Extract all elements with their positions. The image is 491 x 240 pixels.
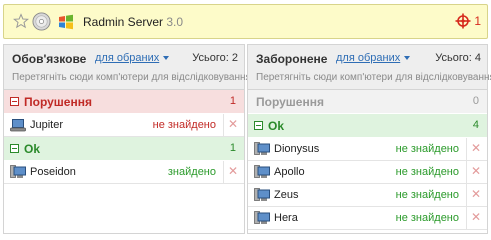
row-divider (466, 207, 467, 229)
monitor-icon (254, 188, 270, 201)
computer-row[interactable]: Jupiter не знайдено ✕ (4, 114, 244, 137)
computer-status: не знайдено (395, 166, 459, 178)
forbidden-header: Заборонене для обраних Усього: 4 Перетяг… (248, 45, 491, 90)
remove-icon[interactable]: ✕ (471, 165, 481, 177)
row-divider (466, 161, 467, 183)
computer-name: Apollo (274, 166, 305, 178)
remove-icon[interactable]: ✕ (228, 118, 238, 130)
sort-label: для обраних (95, 52, 160, 64)
total-count: Усього: 4 (435, 52, 481, 64)
monitor-icon (254, 165, 270, 178)
group-count: 4 (472, 119, 479, 131)
alert-indicator[interactable]: 1 (455, 13, 481, 29)
group-violations[interactable]: Порушення 0 (248, 90, 487, 114)
row-divider (466, 138, 467, 160)
column-title: Обов'язкове (12, 52, 87, 66)
group-count: 1 (229, 95, 236, 107)
remove-icon[interactable]: ✕ (471, 188, 481, 200)
group-name: Порушення (256, 95, 324, 109)
drop-hint: Перетягніть сюди комп'ютери для відслідк… (256, 72, 491, 83)
computer-name: Dionysus (274, 143, 320, 155)
alert-count: 1 (474, 14, 481, 28)
column-title: Заборонене (256, 52, 328, 66)
sort-label: для обраних (336, 52, 401, 64)
group-count: 1 (229, 142, 236, 154)
computer-status: не знайдено (152, 119, 216, 131)
remove-icon[interactable]: ✕ (228, 165, 238, 177)
monitor-icon (254, 211, 270, 224)
remove-icon[interactable]: ✕ (471, 211, 481, 223)
row-divider (223, 114, 224, 136)
mandatory-header: Обов'язкове для обраних Усього: 2 Перетя… (4, 45, 251, 90)
computer-status: не знайдено (395, 189, 459, 201)
app-version: 3.0 (166, 15, 184, 29)
computer-row[interactable]: Apollo не знайдено ✕ (248, 161, 487, 184)
star-icon[interactable] (13, 13, 29, 29)
collapse-icon[interactable] (10, 144, 19, 153)
row-divider (223, 161, 224, 183)
forbidden-column: Заборонене для обраних Усього: 4 Перетяг… (247, 44, 491, 234)
computer-row[interactable]: Poseidon знайдено ✕ (4, 161, 244, 184)
title-bar: Radmin Server 3.0 1 (3, 4, 488, 39)
computer-name: Jupiter (30, 119, 64, 131)
computer-name: Hera (274, 212, 298, 224)
laptop-icon (10, 119, 26, 132)
remove-icon[interactable]: ✕ (471, 142, 481, 154)
app-name: Radmin Server (83, 15, 164, 29)
sort-dropdown[interactable]: для обраних (95, 52, 170, 64)
computer-row[interactable]: Hera не знайдено ✕ (248, 207, 487, 230)
collapse-icon[interactable] (254, 121, 263, 130)
chevron-down-icon (163, 56, 170, 61)
crosshair-alert-icon (455, 13, 471, 29)
disc-icon (32, 12, 51, 31)
group-ok[interactable]: Ok 1 (4, 137, 244, 161)
row-divider (466, 184, 467, 206)
group-name: Ok (268, 119, 285, 133)
chevron-down-icon (404, 56, 411, 61)
group-ok[interactable]: Ok 4 (248, 114, 487, 138)
app-title: Radmin Server 3.0 (83, 15, 183, 29)
computer-name: Poseidon (30, 166, 76, 178)
group-violations[interactable]: Порушення 1 (4, 90, 244, 114)
windows-icon (59, 14, 73, 30)
collapse-icon[interactable] (10, 97, 19, 106)
computer-row[interactable]: Zeus не знайдено ✕ (248, 184, 487, 207)
computer-name: Zeus (274, 189, 299, 201)
sort-dropdown[interactable]: для обраних (336, 52, 411, 64)
monitor-icon (10, 165, 26, 178)
computer-status: не знайдено (395, 143, 459, 155)
mandatory-column: Обов'язкове для обраних Усього: 2 Перетя… (3, 44, 251, 234)
group-name: Ok (24, 142, 41, 156)
monitor-icon (254, 142, 270, 155)
group-name: Порушення (24, 95, 92, 109)
computer-status: не знайдено (395, 212, 459, 224)
computer-status: знайдено (167, 166, 216, 178)
computer-row[interactable]: Dionysus не знайдено ✕ (248, 138, 487, 161)
total-count: Усього: 2 (192, 52, 238, 64)
group-count: 0 (472, 95, 479, 107)
drop-hint: Перетягніть сюди комп'ютери для відслідк… (12, 72, 251, 83)
